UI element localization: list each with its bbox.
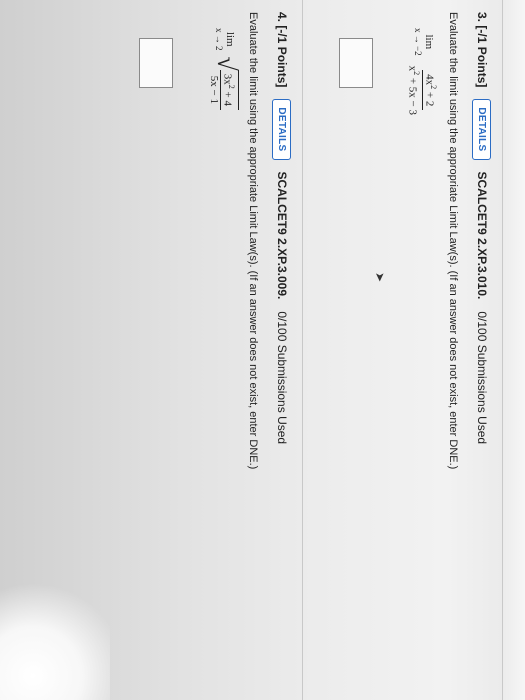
- previous-question-edge: [502, 0, 525, 700]
- question-header: 4. [-/1 Points] DETAILS SCALCET9 2.XP.3.…: [271, 12, 293, 444]
- question-3-card: 3. [-/1 Points] DETAILS SCALCET9 2.XP.3.…: [302, 0, 503, 700]
- submissions-used: 0/100 Submissions Used: [475, 311, 489, 445]
- square-root: √ 3x2 + 4 5x − 1: [208, 56, 241, 110]
- question-number-points: 4. [-/1 Points]: [275, 12, 289, 88]
- numerator: 3x2 + 4: [220, 69, 237, 110]
- question-code: SCALCET9 2.XP.3.009.: [275, 171, 289, 300]
- question-number-points: 3. [-/1 Points]: [475, 12, 489, 88]
- details-button[interactable]: DETAILS: [272, 99, 292, 160]
- screen-glare: [0, 580, 110, 700]
- fraction: 4x2 + 2 x2 + 5x − 3: [407, 62, 439, 119]
- denominator: 5x − 1: [208, 75, 221, 104]
- limit-operator: lim x → 2: [213, 28, 236, 51]
- question-prompt: Evaluate the limit using the appropriate…: [247, 12, 259, 470]
- numerator: 4x2 + 2: [422, 70, 439, 111]
- photo-frame: 3. [-/1 Points] DETAILS SCALCET9 2.XP.3.…: [0, 0, 525, 700]
- answer-input[interactable]: [339, 38, 373, 88]
- question-prompt: Evaluate the limit using the appropriate…: [447, 12, 459, 470]
- limit-expression: lim x → 2 √ 3x2 + 4 5x − 1: [208, 28, 241, 110]
- limit-operator: lim x → −2: [412, 28, 435, 56]
- denominator: x2 + 5x − 3: [406, 65, 422, 115]
- question-4-card: 4. [-/1 Points] DETAILS SCALCET9 2.XP.3.…: [0, 0, 303, 700]
- mouse-pointer-icon: ➤: [373, 272, 387, 283]
- question-code: SCALCET9 2.XP.3.010.: [475, 171, 489, 300]
- details-button[interactable]: DETAILS: [472, 99, 492, 160]
- submissions-used: 0/100 Submissions Used: [275, 311, 289, 445]
- fraction: 3x2 + 4 5x − 1: [208, 69, 239, 110]
- question-header: 3. [-/1 Points] DETAILS SCALCET9 2.XP.3.…: [471, 12, 493, 444]
- radical-sign: √: [212, 56, 241, 71]
- assignment-page: 3. [-/1 Points] DETAILS SCALCET9 2.XP.3.…: [0, 0, 525, 700]
- limit-expression: lim x → −2 4x2 + 2 x2 + 5x − 3: [407, 28, 439, 119]
- answer-input[interactable]: [139, 38, 173, 88]
